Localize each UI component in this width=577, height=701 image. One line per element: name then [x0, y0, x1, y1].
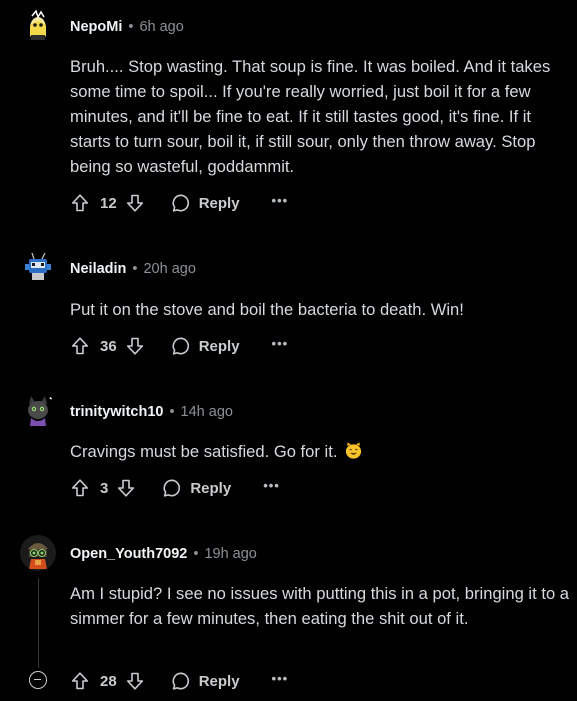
more-options-button[interactable]: •••: [272, 671, 289, 686]
goggles-avatar-icon[interactable]: [20, 535, 56, 571]
comment-body: Cravings must be satisfied. Go for it.: [70, 439, 570, 464]
cat-avatar-icon[interactable]: [20, 392, 56, 428]
reply-icon: [162, 478, 182, 498]
comment-actions: 28 Reply •••: [70, 669, 288, 693]
more-options-button[interactable]: •••: [272, 193, 289, 208]
separator-dot: •: [128, 19, 134, 35]
smiling-cat-emoji-icon: [345, 442, 362, 459]
username[interactable]: Neiladin: [70, 261, 126, 277]
username[interactable]: NepoMi: [70, 19, 122, 35]
vote-score: 12: [100, 194, 117, 212]
separator-dot: •: [193, 546, 199, 562]
vote-score: 3: [100, 479, 109, 497]
reply-button[interactable]: Reply: [171, 193, 240, 213]
reply-label: Reply: [190, 479, 232, 497]
reply-icon: [171, 671, 191, 691]
upvote-icon[interactable]: [70, 671, 90, 691]
downvote-icon[interactable]: [125, 336, 145, 356]
more-options-button[interactable]: •••: [272, 336, 289, 351]
comment-actions: 3 Reply •••: [70, 476, 280, 500]
upvote-icon[interactable]: [70, 193, 90, 213]
timestamp[interactable]: 20h ago: [143, 261, 195, 277]
username[interactable]: Open_Youth7092: [70, 546, 187, 562]
thread-line[interactable]: [38, 578, 39, 668]
robot-avatar-icon[interactable]: [20, 249, 56, 285]
downvote-icon[interactable]: [125, 193, 145, 213]
reply-button[interactable]: Reply: [162, 478, 231, 498]
downvote-icon[interactable]: [116, 478, 136, 498]
reply-button[interactable]: Reply: [171, 671, 240, 691]
timestamp[interactable]: 19h ago: [204, 546, 256, 562]
collapse-thread-button[interactable]: [29, 671, 47, 689]
snoo-avatar-yellow-icon[interactable]: [20, 8, 56, 44]
reply-icon: [171, 336, 191, 356]
username[interactable]: trinitywitch10: [70, 404, 163, 420]
more-options-button[interactable]: •••: [263, 478, 280, 493]
downvote-icon[interactable]: [125, 671, 145, 691]
reply-label: Reply: [198, 672, 240, 690]
reply-label: Reply: [198, 337, 240, 355]
reply-label: Reply: [198, 194, 240, 212]
comment-body: Bruh.... Stop wasting. That soup is fine…: [70, 57, 551, 176]
vote-score: 28: [100, 672, 117, 690]
separator-dot: •: [132, 261, 138, 277]
comment-body: Put it on the stove and boil the bacteri…: [70, 300, 464, 319]
reply-icon: [171, 193, 191, 213]
separator-dot: •: [169, 404, 175, 420]
timestamp[interactable]: 14h ago: [181, 404, 233, 420]
reply-button[interactable]: Reply: [171, 336, 240, 356]
comment-body: Am I stupid? I see no issues with puttin…: [70, 584, 570, 628]
comment-actions: 12 Reply •••: [70, 191, 288, 215]
comment-actions: 36 Reply •••: [70, 334, 288, 358]
comment-text: Cravings must be satisfied. Go for it.: [70, 442, 338, 461]
upvote-icon[interactable]: [70, 336, 90, 356]
upvote-icon[interactable]: [70, 478, 90, 498]
vote-score: 36: [100, 337, 117, 355]
timestamp[interactable]: 6h ago: [139, 19, 183, 35]
